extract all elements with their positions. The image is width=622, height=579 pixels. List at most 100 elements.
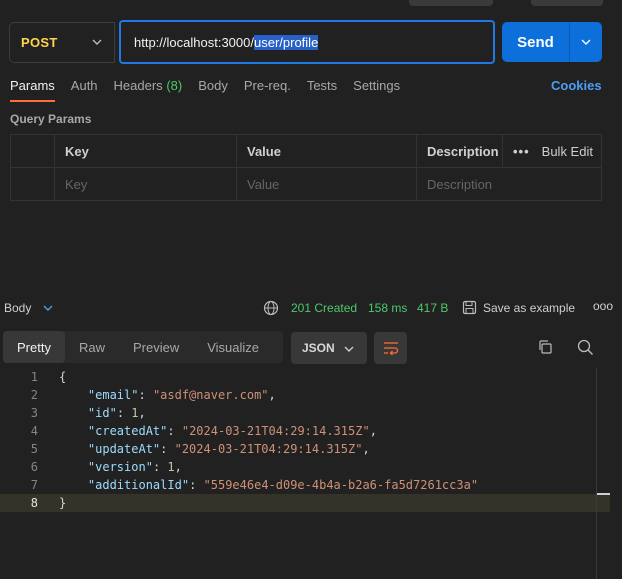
line-number: 8 (30, 496, 38, 510)
description-header: Description (416, 135, 502, 167)
code-text: { (59, 370, 67, 384)
code-text: "version": 1, (87, 460, 182, 474)
json-comma: , (138, 406, 146, 420)
table-row: Key Value Description (11, 168, 601, 201)
url-selected-text: user/profile (253, 34, 319, 50)
globe-icon[interactable] (263, 300, 279, 316)
code-line-current: 8 } (0, 494, 610, 512)
toolbar-stub-right (531, 0, 603, 6)
tab-tests[interactable]: Tests (307, 78, 337, 99)
json-value: 1 (167, 460, 175, 474)
key-header: Key (54, 135, 236, 167)
tab-headers[interactable]: Headers (8) (114, 78, 183, 99)
url-prefix: http://localhost:3000/ (134, 34, 254, 50)
description-input[interactable]: Description (416, 168, 603, 201)
response-size[interactable]: 417 B (417, 301, 448, 315)
send-button-group: Send (502, 22, 602, 62)
url-input[interactable]: http://localhost:3000/user/profile (119, 20, 495, 64)
status-badge[interactable]: 201 Created (291, 301, 357, 315)
response-body-editor[interactable]: 1 { 2 "email": "asdf@naver.com", 3 "id":… (0, 368, 610, 579)
json-comma: , (268, 388, 276, 402)
json-comma: , (174, 460, 182, 474)
chevron-down-icon (581, 39, 591, 45)
code-text: "updateAt": "2024-03-21T04:29:14.315Z", (87, 442, 370, 456)
key-input[interactable]: Key (54, 168, 236, 201)
value-header: Value (236, 135, 416, 167)
query-params-table: Key Value Description ••• Bulk Edit Key … (10, 134, 602, 201)
code-line: 3 "id": 1, (0, 404, 610, 422)
save-icon[interactable] (462, 300, 477, 315)
more-options-icon[interactable]: ••• (513, 144, 530, 159)
line-number: 5 (30, 442, 38, 456)
tab-auth[interactable]: Auth (71, 78, 98, 99)
method-label: POST (21, 35, 58, 50)
json-comma: , (362, 442, 370, 456)
code-text: "additionalId": "559e46e4-d09e-4b4a-b2a6… (87, 478, 479, 492)
code-line: 2 "email": "asdf@naver.com", (0, 386, 610, 404)
format-label: JSON (302, 341, 335, 355)
json-value: "2024-03-21T04:29:14.315Z" (181, 424, 370, 438)
json-key: "version" (87, 460, 153, 474)
chevron-down-icon[interactable] (43, 303, 53, 313)
response-body-label[interactable]: Body (4, 301, 31, 315)
json-value: "asdf@naver.com" (152, 388, 269, 402)
code-text: "id": 1, (87, 406, 146, 420)
tab-params[interactable]: Params (10, 78, 55, 102)
code-line: 4 "createdAt": "2024-03-21T04:29:14.315Z… (0, 422, 610, 440)
line-number: 4 (30, 424, 38, 438)
value-input[interactable]: Value (236, 168, 416, 201)
send-button[interactable]: Send (502, 34, 569, 51)
table-header-row: Key Value Description ••• Bulk Edit (11, 135, 601, 168)
json-key: "updateAt" (87, 442, 161, 456)
response-time[interactable]: 158 ms (368, 301, 407, 315)
json-value: 1 (131, 406, 139, 420)
json-value: "2024-03-21T04:29:14.315Z" (174, 442, 363, 456)
code-line: 5 "updateAt": "2024-03-21T04:29:14.315Z"… (0, 440, 610, 458)
cookies-link[interactable]: Cookies (551, 78, 602, 93)
tab-settings[interactable]: Settings (353, 78, 400, 99)
bulk-edit-group: ••• Bulk Edit (513, 135, 593, 168)
query-params-title: Query Params (10, 112, 92, 126)
response-view-tabs: Pretty Raw Preview Visualize (3, 331, 283, 363)
code-text: "email": "asdf@naver.com", (87, 388, 276, 402)
json-key: "email" (87, 388, 139, 402)
tab-raw[interactable]: Raw (65, 331, 119, 363)
line-number: 7 (30, 478, 38, 492)
send-options-button[interactable] (570, 37, 602, 47)
tab-preview[interactable]: Preview (119, 331, 193, 363)
toolbar-stub-left (409, 0, 493, 6)
json-key: "additionalId" (87, 478, 190, 492)
tab-pre-request[interactable]: Pre-req. (244, 78, 291, 99)
code-line: 7 "additionalId": "559e46e4-d09e-4b4a-b2… (0, 476, 610, 494)
chevron-down-icon (92, 39, 102, 45)
tab-body[interactable]: Body (198, 78, 228, 99)
wrap-lines-button[interactable] (374, 332, 407, 364)
checkbox-column (11, 135, 54, 167)
row-checkbox-cell (11, 168, 54, 201)
line-number: 3 (30, 406, 38, 420)
line-number: 6 (30, 460, 38, 474)
more-options-icon[interactable]: ooo (593, 299, 613, 313)
format-select[interactable]: JSON (291, 332, 367, 364)
code-line: 1 { (0, 368, 610, 386)
code-text: } (59, 496, 67, 510)
tab-headers-label: Headers (113, 78, 163, 93)
response-header: Body 201 Created 158 ms 417 B Save as ex… (0, 296, 622, 320)
bulk-edit-button[interactable]: Bulk Edit (542, 144, 593, 159)
editor-scrollbar[interactable] (596, 368, 610, 579)
chevron-down-icon (344, 346, 354, 352)
json-comma: , (369, 424, 377, 438)
search-icon[interactable] (577, 339, 594, 356)
method-select[interactable]: POST (9, 22, 115, 63)
tab-pretty[interactable]: Pretty (3, 331, 65, 363)
wrap-lines-icon (383, 342, 398, 355)
line-number: 2 (30, 388, 38, 402)
request-tabs: Params Auth Headers (8) Body Pre-req. Te… (10, 78, 416, 102)
json-value: "559e46e4-d09e-4b4a-b2a6-fa5d7261cc3a" (203, 478, 479, 492)
copy-icon[interactable] (537, 339, 553, 355)
code-text: "createdAt": "2024-03-21T04:29:14.315Z", (87, 424, 377, 438)
json-key: "createdAt" (87, 424, 168, 438)
tab-visualize[interactable]: Visualize (193, 331, 273, 363)
headers-count: (8) (166, 78, 183, 93)
save-as-example-button[interactable]: Save as example (483, 301, 575, 315)
